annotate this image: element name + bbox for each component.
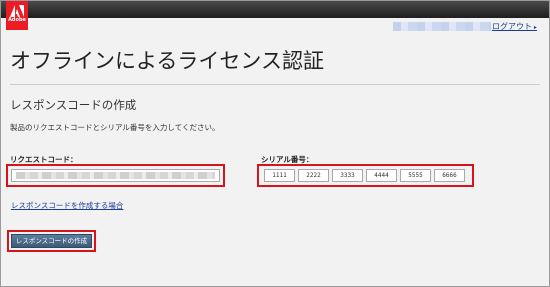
- request-code-highlight: [6, 164, 225, 187]
- help-link[interactable]: レスポンスコードを作成する場合: [11, 200, 123, 211]
- logout-link[interactable]: ログアウト: [492, 21, 537, 32]
- serial-field-5[interactable]: 5555: [400, 169, 431, 182]
- section-description: 製品のリクエストコードとシリアル番号を入力してください。: [10, 123, 220, 132]
- request-code-input[interactable]: [11, 169, 220, 182]
- page-title: オフラインによるライセンス認証: [10, 49, 324, 73]
- serial-field-3[interactable]: 3333: [332, 169, 363, 182]
- submit-button-highlight: レスポンスコードの作成: [7, 230, 96, 252]
- adobe-logo: Adobe: [6, 1, 28, 30]
- request-code-blurred-value: [16, 172, 215, 179]
- app-window: Adobe ログアウト オフラインによるライセンス認証 レスポンスコードの作成 …: [0, 0, 550, 287]
- serial-field-6[interactable]: 6666: [434, 169, 465, 182]
- logo-text: Adobe: [8, 17, 26, 23]
- divider: [10, 84, 540, 85]
- serial-field-1[interactable]: 1111: [264, 169, 295, 182]
- section-title: レスポンスコードの作成: [10, 98, 137, 112]
- top-bar: [1, 1, 549, 18]
- serial-field-4[interactable]: 4444: [366, 169, 397, 182]
- adobe-logo-icon: [10, 5, 24, 17]
- serial-field-2[interactable]: 2222: [298, 169, 329, 182]
- generate-response-code-button[interactable]: レスポンスコードの作成: [11, 234, 92, 248]
- serial-number-highlight: 1111 2222 3333 4444 5555 6666: [257, 164, 474, 187]
- account-name-blurred: [393, 22, 491, 31]
